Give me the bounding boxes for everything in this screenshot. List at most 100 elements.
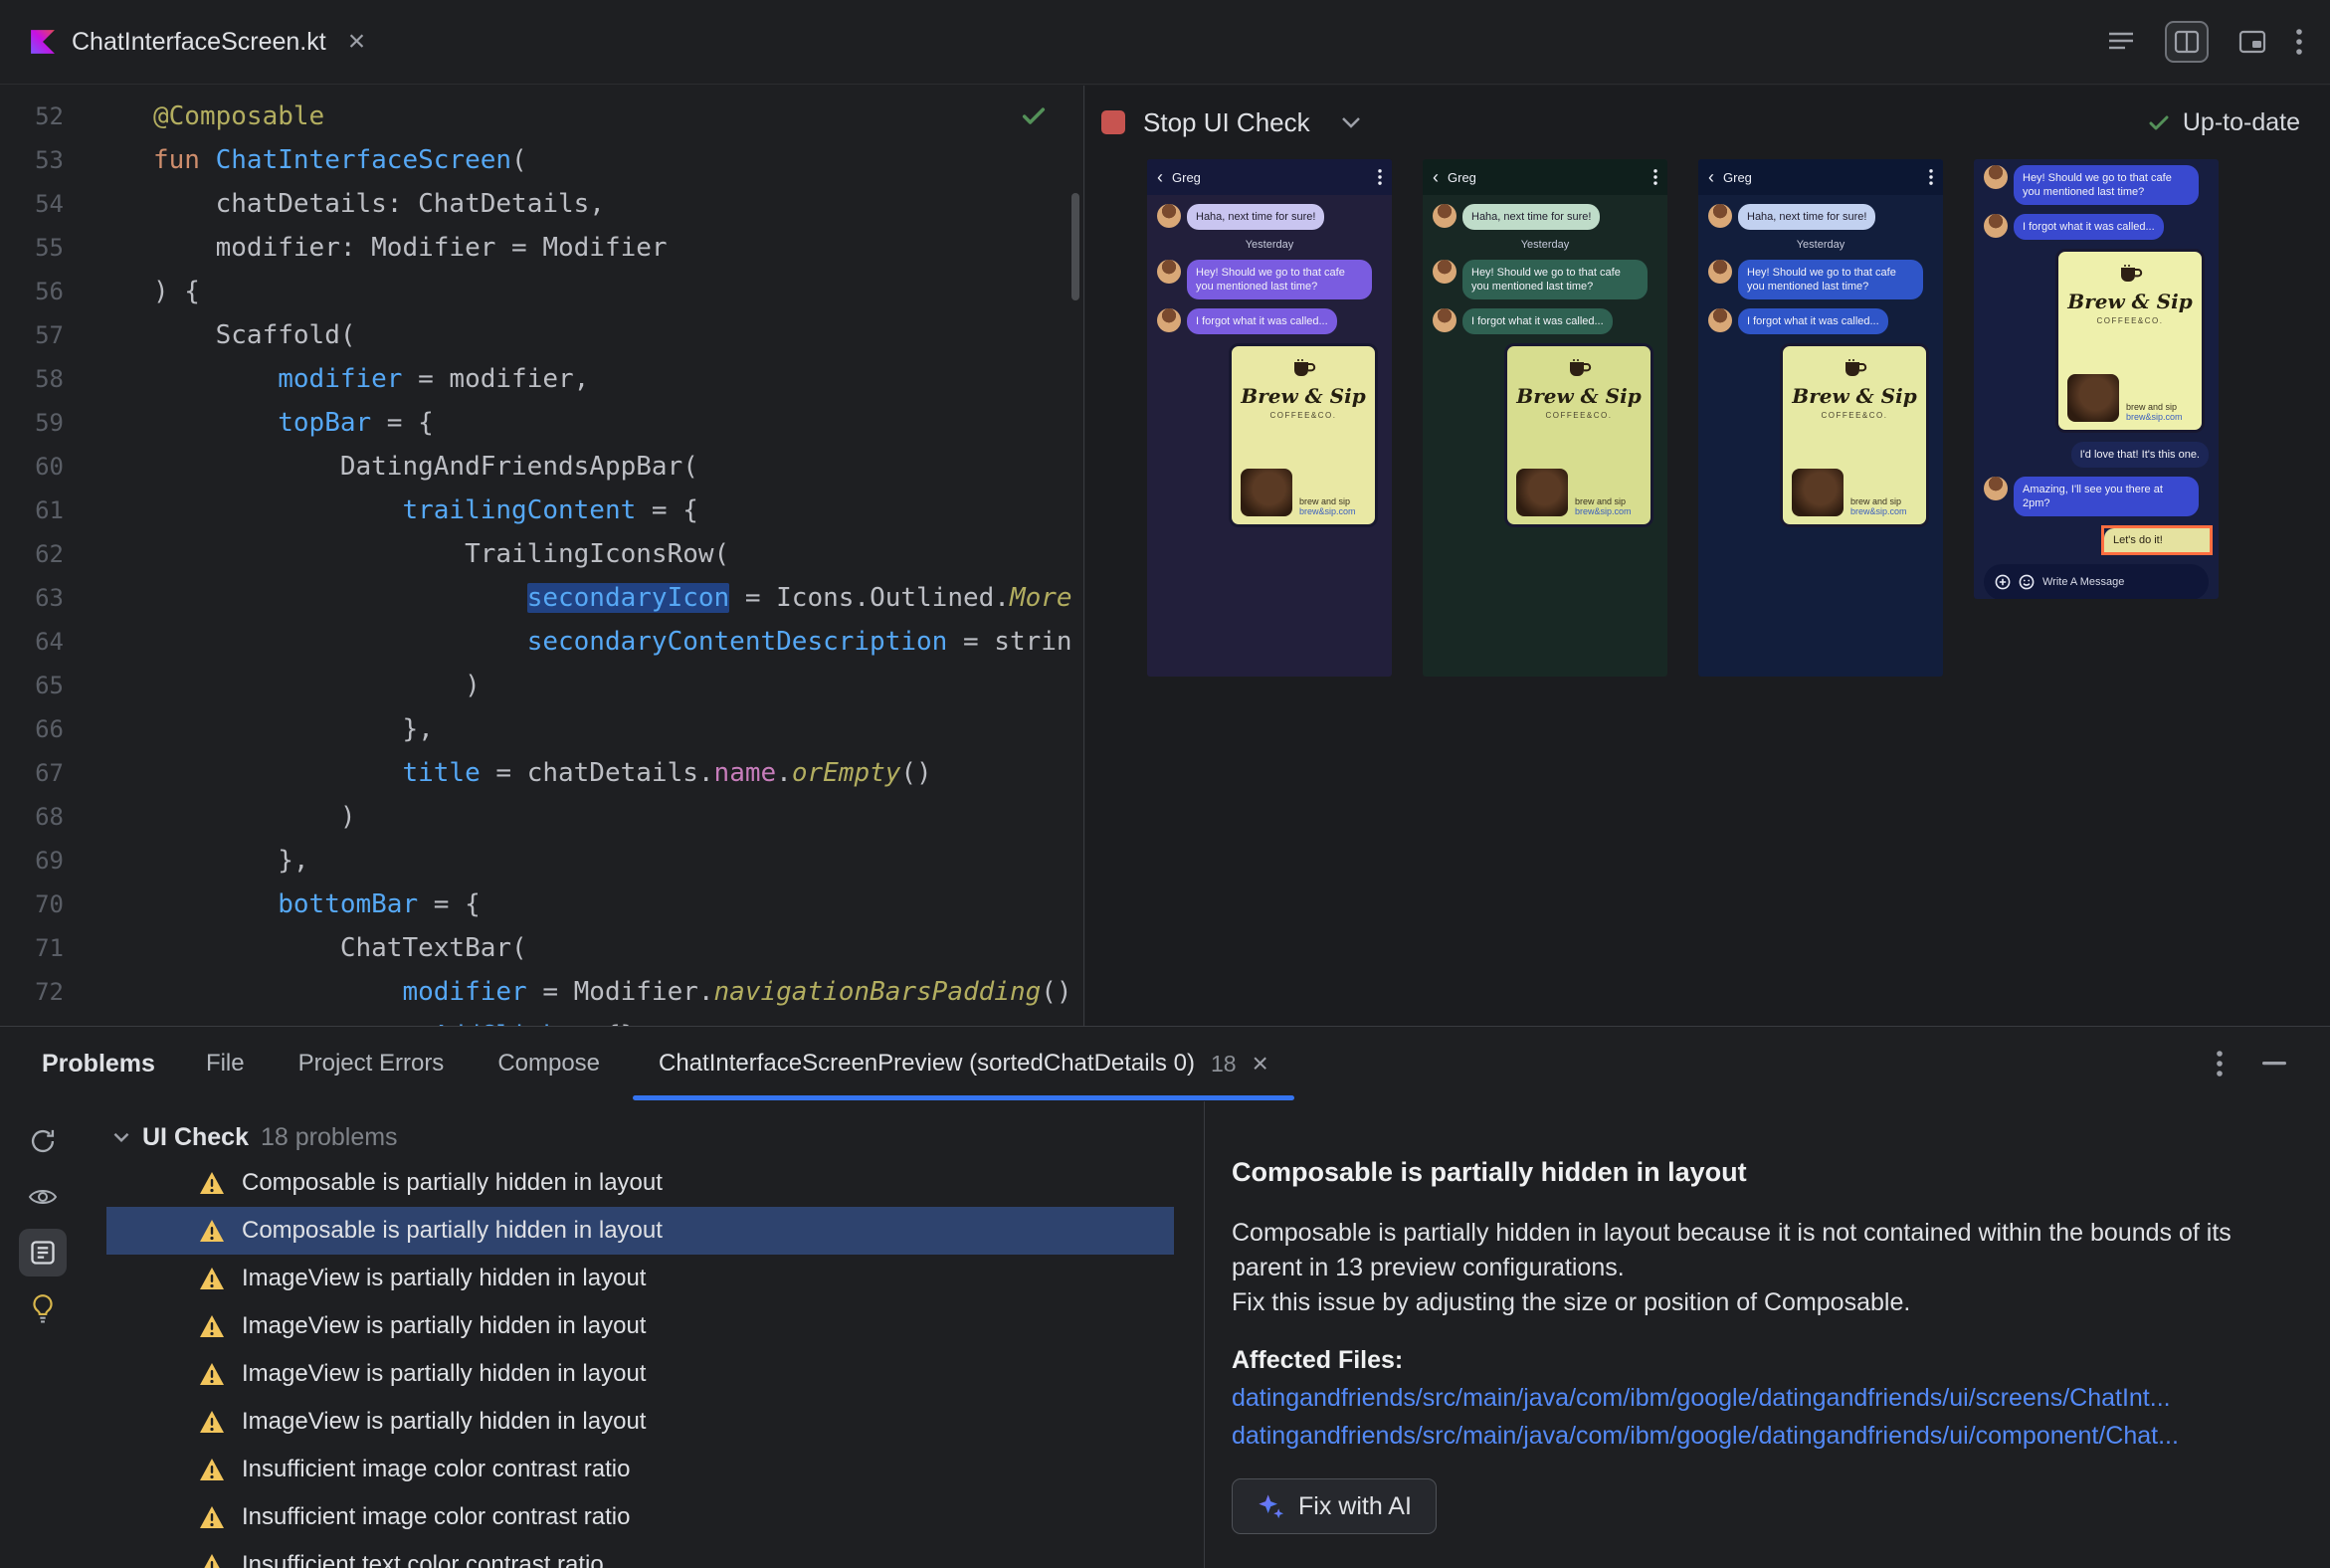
back-icon: ‹ (1433, 167, 1439, 187)
line-number[interactable]: 65 (0, 664, 64, 707)
ui-check-group[interactable]: UI Check 18 problems (85, 1115, 1204, 1159)
problem-item[interactable]: Insufficient text color contrast ratio (106, 1541, 1174, 1568)
lightbulb-icon[interactable] (19, 1284, 67, 1332)
editor-tab-bar: ChatInterfaceScreen.kt × (0, 0, 2330, 85)
code-line[interactable]: 53 fun ChatInterfaceScreen( (0, 138, 1083, 182)
code-text: modifier: Modifier = Modifier (64, 226, 668, 270)
line-number[interactable]: 66 (0, 707, 64, 751)
code-token: chatDetails: ChatDetails, (215, 189, 605, 219)
problem-item[interactable]: Composable is partially hidden in layout (106, 1159, 1174, 1207)
card-footer: brew and sipbrew&sip.com (1516, 469, 1642, 516)
line-number[interactable]: 67 (0, 751, 64, 795)
problem-item[interactable]: ImageView is partially hidden in layout (106, 1255, 1174, 1302)
avatar (1708, 204, 1732, 228)
preview-phone[interactable]: ‹ Greg Haha, next time for sure! Yesterday H… (1423, 159, 1667, 677)
code-line[interactable]: 54 chatDetails: ChatDetails, (0, 182, 1083, 226)
card-line2: brew&sip.com (1575, 506, 1632, 516)
line-number[interactable]: 71 (0, 926, 64, 970)
line-number[interactable]: 58 (0, 357, 64, 401)
line-number[interactable]: 59 (0, 401, 64, 445)
line-number[interactable]: 57 (0, 313, 64, 357)
close-tab-icon[interactable]: × (1253, 1050, 1268, 1078)
code-line[interactable]: 61 trailingContent = { (0, 489, 1083, 532)
tab-ui-check-preview[interactable]: ChatInterfaceScreenPreview (sortedChatDe… (633, 1027, 1294, 1100)
eye-icon[interactable] (19, 1173, 67, 1221)
preview-layout-icon[interactable] (2238, 30, 2266, 54)
code-line[interactable]: 57 Scaffold( (0, 313, 1083, 357)
editor-scrollbar[interactable] (1071, 193, 1079, 300)
chevron-down-icon[interactable] (112, 1131, 130, 1143)
affected-file-link[interactable]: datingandfriends/src/main/java/com/ibm/g… (1232, 1422, 2308, 1451)
tool-window-title[interactable]: Problems (42, 1050, 155, 1078)
code-line[interactable]: 60 DatingAndFriendsAppBar( (0, 445, 1083, 489)
problem-item[interactable]: ImageView is partially hidden in layout (106, 1398, 1174, 1446)
code-line[interactable]: 64 secondaryContentDescription = strin (0, 620, 1083, 664)
tab-file[interactable]: File (179, 1027, 272, 1100)
code-text: ) (64, 664, 481, 707)
tab-close-icon[interactable]: × (348, 27, 366, 57)
line-number[interactable]: 60 (0, 445, 64, 489)
code-line[interactable]: 65 ) (0, 664, 1083, 707)
code-line[interactable]: 59 topBar = { (0, 401, 1083, 445)
fix-with-ai-button[interactable]: Fix with AI (1232, 1478, 1437, 1534)
code-line[interactable]: 70 bottomBar = { (0, 882, 1083, 926)
card-line1: brew and sip (1575, 496, 1627, 506)
problem-item[interactable]: Insufficient image color contrast ratio (106, 1493, 1174, 1541)
inspections-passed-icon[interactable] (1020, 101, 1048, 129)
affected-file-link[interactable]: datingandfriends/src/main/java/com/ibm/g… (1232, 1384, 2308, 1413)
editor-tab[interactable]: ChatInterfaceScreen.kt × (0, 0, 391, 84)
code-line[interactable]: 52 @Composable (0, 95, 1083, 138)
code-line[interactable]: 71 ChatTextBar( (0, 926, 1083, 970)
code-line[interactable]: 56) { (0, 270, 1083, 313)
kotlin-file-icon (30, 29, 56, 55)
line-number[interactable]: 70 (0, 882, 64, 926)
line-number[interactable]: 62 (0, 532, 64, 576)
code-line[interactable]: 73 onAddClick = {} (0, 1014, 1083, 1026)
code-line[interactable]: 62 TrailingIconsRow( (0, 532, 1083, 576)
problem-item[interactable]: Composable is partially hidden in layout (106, 1207, 1174, 1255)
problem-item[interactable]: Insufficient image color contrast ratio (106, 1446, 1174, 1493)
line-number[interactable]: 56 (0, 270, 64, 313)
code-line[interactable]: 63 secondaryIcon = Icons.Outlined.More (0, 576, 1083, 620)
code-line[interactable]: 58 modifier = modifier, (0, 357, 1083, 401)
preview-phone[interactable]: Hey! Should we go to that cafe you menti… (1974, 159, 2219, 599)
code-line[interactable]: 66 }, (0, 707, 1083, 751)
chevron-down-icon[interactable] (1340, 115, 1362, 129)
tab-compose[interactable]: Compose (471, 1027, 627, 1100)
line-number[interactable]: 64 (0, 620, 64, 664)
structure-list-icon[interactable] (2107, 30, 2135, 54)
line-number[interactable]: 53 (0, 138, 64, 182)
stop-ui-check-button[interactable]: Stop UI Check (1101, 107, 1310, 138)
problems-report-icon[interactable] (18, 1229, 67, 1276)
line-number[interactable]: 54 (0, 182, 64, 226)
line-number[interactable]: 52 (0, 95, 64, 138)
problem-item[interactable]: ImageView is partially hidden in layout (106, 1302, 1174, 1350)
code-token: = strin (947, 627, 1072, 657)
more-options-icon[interactable] (2217, 1050, 2223, 1078)
line-number[interactable]: 73 (0, 1014, 64, 1026)
line-number[interactable]: 55 (0, 226, 64, 270)
code-text: modifier = Modifier.navigationBarsPaddin… (64, 970, 1071, 1014)
code-line[interactable]: 55 modifier: Modifier = Modifier (0, 226, 1083, 270)
code-line[interactable]: 67 title = chatDetails.name.orEmpty() (0, 751, 1083, 795)
preview-phone[interactable]: ‹ Greg Haha, next time for sure! Yesterday H… (1698, 159, 1943, 677)
code-line[interactable]: 68 ) (0, 795, 1083, 839)
code-line[interactable]: 72 modifier = Modifier.navigationBarsPad… (0, 970, 1083, 1014)
code-editor[interactable]: 52 @Composable 53 fun ChatInterfaceScreen(5… (0, 86, 1084, 1026)
line-number[interactable]: 68 (0, 795, 64, 839)
code-line[interactable]: 69 }, (0, 839, 1083, 882)
line-number[interactable]: 69 (0, 839, 64, 882)
more-options-icon[interactable] (2296, 28, 2302, 56)
tab-title: ChatInterfaceScreen.kt (72, 27, 326, 56)
refresh-icon[interactable] (19, 1117, 67, 1165)
line-number[interactable]: 63 (0, 576, 64, 620)
preview-phone[interactable]: ‹ Greg Haha, next time for sure! Yesterday H… (1147, 159, 1392, 677)
minimize-icon[interactable] (2262, 1062, 2286, 1066)
line-number[interactable]: 72 (0, 970, 64, 1014)
line-number[interactable]: 61 (0, 489, 64, 532)
tab-project-errors[interactable]: Project Errors (272, 1027, 472, 1100)
split-editor-icon[interactable] (2165, 21, 2209, 63)
problem-item[interactable]: ImageView is partially hidden in layout (106, 1350, 1174, 1398)
